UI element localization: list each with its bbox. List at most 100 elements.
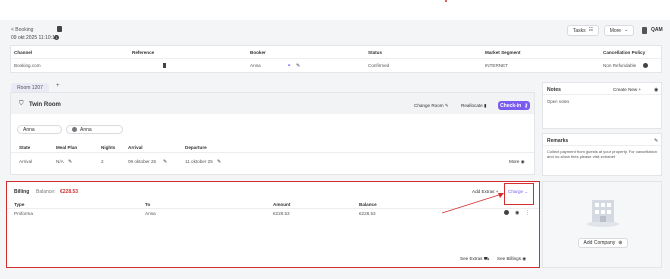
tasks-button[interactable]: Tasks ☷	[567, 25, 599, 36]
info-icon[interactable]	[643, 63, 648, 68]
billing-title: Billing	[14, 189, 30, 195]
type-value: Proforma	[14, 211, 33, 216]
company-panel: Add Company ⊕	[542, 181, 662, 268]
building-icon	[642, 27, 647, 34]
arrow-line	[441, 193, 503, 214]
bed-icon: ⛉	[19, 101, 24, 107]
chevron-down-icon: ⌄	[524, 189, 529, 194]
remarks-panel: Remarks ✎ Collect payment from guests at…	[542, 133, 662, 176]
divider	[543, 145, 661, 146]
more-button[interactable]: More ◉	[509, 159, 525, 165]
cart-icon: ⛟	[483, 256, 490, 261]
col-type: Type	[14, 202, 25, 207]
more-label: More	[609, 27, 622, 34]
state-value: Arrival	[19, 159, 33, 164]
tab-room-1207[interactable]: Room 1207	[11, 83, 49, 92]
add-company-label: Add Company	[583, 240, 616, 246]
edit-icon[interactable]: ✎	[296, 63, 300, 69]
room-header	[11, 93, 534, 114]
row-balance-value: €228.53	[359, 211, 376, 216]
info-icon[interactable]: i	[54, 35, 59, 40]
edit-icon[interactable]: ✎	[163, 159, 167, 165]
reallocate-label: Reallocate	[461, 103, 483, 108]
guest-selector-1[interactable]: Anna	[17, 125, 62, 134]
guest2-name: Anna	[80, 126, 92, 133]
room-title: Twin Room	[29, 102, 61, 108]
info-icon: ◉	[522, 256, 527, 261]
segment-value: INTERNET	[485, 63, 508, 68]
notes-text[interactable]: Open notes	[547, 99, 569, 104]
cursor-marker	[445, 0, 447, 2]
eye-icon[interactable]: ◉	[654, 87, 658, 93]
balance-value: €228.53	[60, 189, 79, 195]
policy-value: Non Refundable	[603, 63, 637, 68]
chevron-down-icon: ⌄	[624, 27, 629, 33]
col-meal-plan: Meal Plan	[56, 145, 78, 150]
channel-value: Booking.com	[14, 63, 41, 68]
divider	[543, 94, 661, 95]
link-icon[interactable]: ⚭	[287, 63, 291, 69]
col-cancellation-policy: Cancellation Policy	[603, 50, 646, 55]
col-arrival: Arrival	[128, 145, 143, 150]
user-icon	[72, 127, 77, 132]
change-room-label: Change Room	[414, 103, 444, 108]
eye-icon[interactable]: ◉	[515, 210, 519, 216]
col-reference: Reference	[132, 50, 155, 55]
key-icon: ⚷	[524, 102, 528, 109]
meal-value: N/A	[56, 159, 64, 164]
col-balance: Balance	[359, 202, 377, 207]
check-in-button[interactable]: Check-in ⚷	[498, 101, 530, 110]
check-in-label: Check-in	[500, 102, 522, 109]
more-dropdown[interactable]: More ⌄	[604, 25, 634, 36]
booker-value[interactable]: Anna	[250, 63, 261, 68]
eye-icon: ◉	[520, 159, 525, 164]
plus-icon: +	[638, 87, 642, 92]
see-extras-label: See Extras	[460, 256, 483, 261]
see-billings-label: See Billings	[497, 256, 522, 261]
edit-icon[interactable]: ✎	[217, 159, 221, 165]
nights-value: 2	[101, 159, 104, 164]
change-room-button[interactable]: Change Room ✎	[414, 103, 449, 109]
col-to: To	[145, 202, 151, 207]
checklist-icon: ☷	[588, 27, 594, 33]
annotation-arrow	[441, 193, 504, 214]
col-departure: Departure	[185, 145, 207, 150]
building-illustration	[587, 200, 619, 227]
departure-value: 11 oktober 25	[185, 159, 213, 164]
remarks-text: Collect payment from guests at your prop…	[547, 149, 657, 159]
top-bar	[0, 0, 670, 20]
copy-icon[interactable]	[57, 26, 62, 32]
amount-value: €228.53	[273, 211, 290, 216]
plus-circle-icon: ⊕	[618, 240, 623, 246]
guest-selector-2[interactable]: Anna	[66, 125, 123, 134]
col-state: State	[19, 145, 31, 150]
add-room-tab[interactable]: +	[56, 83, 60, 89]
kebab-menu-icon[interactable]: ⋮	[525, 210, 530, 216]
booking-date: 09 okt 2025 11:10:12	[11, 35, 58, 41]
col-booker: Booker	[250, 50, 266, 55]
breadcrumb[interactable]: < Booking	[11, 27, 33, 33]
user-label[interactable]: QAM	[651, 27, 663, 33]
to-value: Anna	[145, 211, 156, 216]
booking-summary-table: Channel Reference Booker Status Market S…	[10, 45, 662, 73]
reallocate-button[interactable]: Reallocate ▮	[461, 103, 487, 109]
see-extras-button[interactable]: See Extras ⛟	[460, 256, 490, 263]
charge-dropdown[interactable]: Charge ⌄	[508, 189, 528, 195]
charge-label: Charge	[508, 189, 524, 194]
door-icon: ▮	[484, 103, 487, 108]
more-label: More	[509, 159, 520, 164]
arrival-value: 09 oktober 25	[128, 159, 157, 164]
see-billings-button[interactable]: See Billings ◉	[497, 256, 526, 262]
col-market-segment: Market Segment	[485, 50, 521, 55]
col-amount: Amount	[273, 202, 291, 207]
add-company-button[interactable]: Add Company ⊕	[578, 238, 628, 248]
tasks-label: Tasks	[572, 27, 586, 34]
copy-icon[interactable]	[163, 63, 166, 68]
remarks-title: Remarks	[547, 138, 569, 144]
edit-icon: ✎	[444, 103, 449, 108]
guest1-name: Anna	[23, 126, 35, 133]
edit-icon[interactable]: ✎	[654, 138, 658, 144]
create-note-button[interactable]: Create New +	[613, 87, 641, 92]
edit-icon[interactable]: ✎	[68, 159, 72, 165]
divider	[11, 152, 534, 153]
